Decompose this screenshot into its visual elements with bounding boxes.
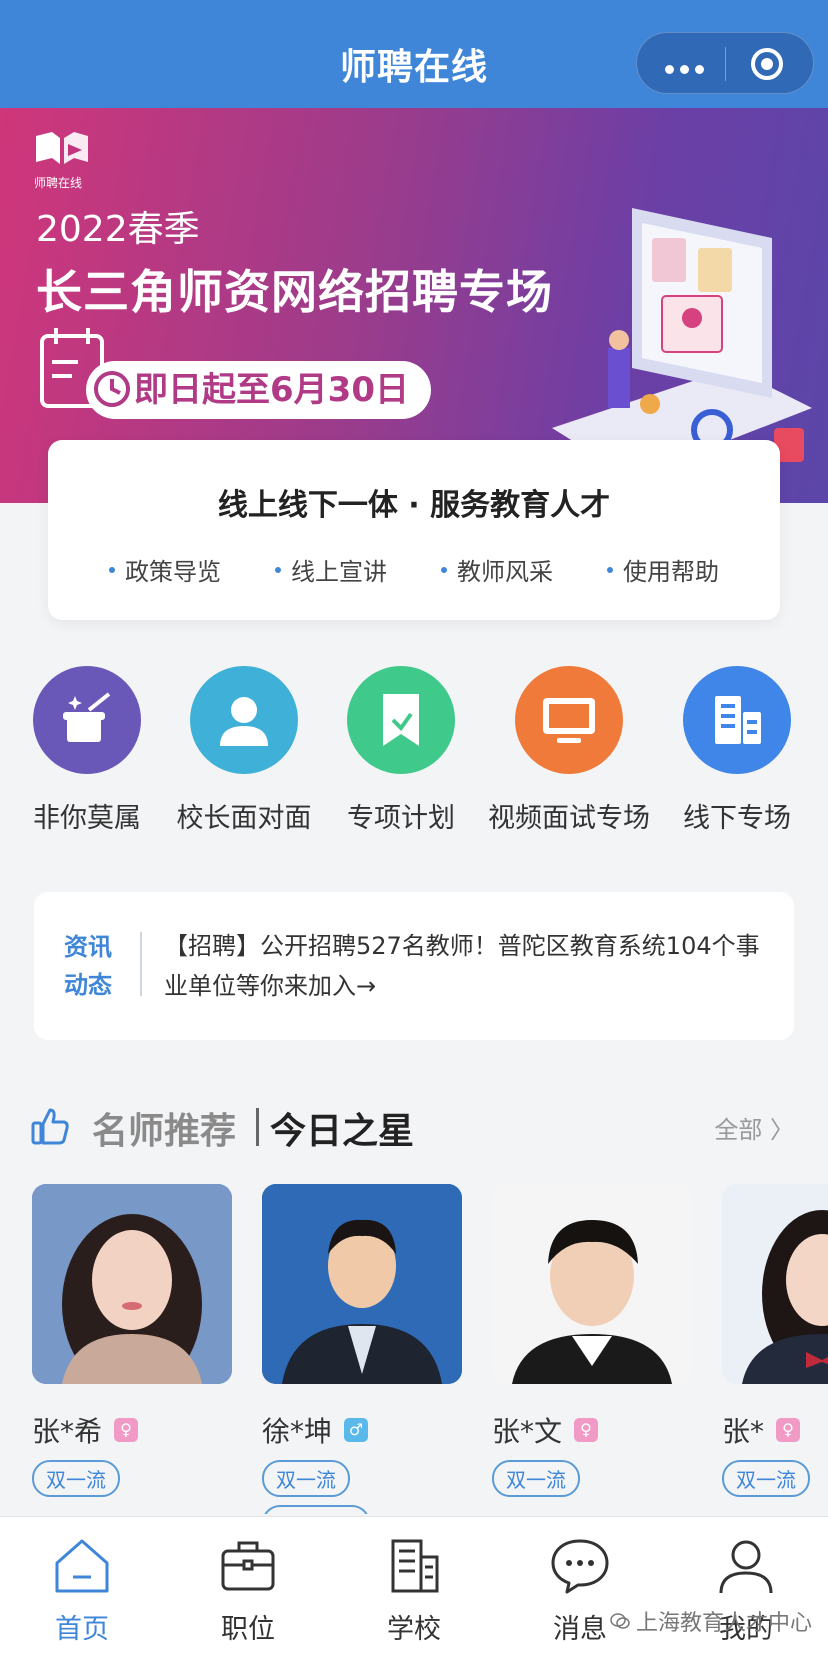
divider	[140, 932, 142, 996]
clock-icon	[94, 371, 130, 407]
grid-item-offline-session[interactable]: 线下专场	[652, 666, 822, 835]
slogan-card: 线上线下一体 · 服务教育人才 政策导览 线上宣讲 教师风采 使用帮助	[48, 440, 780, 620]
more-icon[interactable]	[665, 59, 710, 78]
book-logo-icon	[36, 132, 88, 164]
grid-item-fei-ni-mo-shu[interactable]: 非你莫属	[2, 666, 172, 835]
news-headline[interactable]: 【招聘】公开招聘527名教师！普陀区教育系统104个事业单位等你来加入→	[164, 926, 774, 1006]
grid-item-principal-face-to-face[interactable]: 校长面对面	[159, 666, 329, 835]
teacher-card[interactable]: 张* ♀ 双一流	[722, 1184, 828, 1497]
section-title-today-star[interactable]: 今日之星	[270, 1102, 414, 1154]
news-tag: 资讯 动态	[64, 933, 112, 999]
banner-season: 2022春季	[36, 209, 200, 250]
teacher-badge: 双一流	[262, 1460, 350, 1497]
date-range-text: 即日起至6月30日	[134, 370, 409, 410]
monitor-icon	[515, 666, 623, 774]
navigation-bar: 师聘在线	[0, 0, 828, 108]
teacher-photo	[262, 1184, 462, 1384]
grid-item-special-plan[interactable]: 专项计划	[316, 666, 486, 835]
link-teacher-showcase[interactable]: 教师风采	[441, 552, 553, 587]
view-all-link[interactable]: 全部 〉	[714, 1110, 794, 1145]
teacher-photo	[32, 1184, 232, 1384]
brand-logo: 师聘在线	[34, 130, 90, 191]
mini-program-capsule	[636, 32, 814, 94]
teacher-name: 张*希	[32, 1415, 103, 1448]
building-icon	[683, 666, 791, 774]
teacher-name: 张*	[722, 1415, 765, 1448]
teacher-name: 张*文	[492, 1415, 563, 1448]
person-icon	[190, 666, 298, 774]
briefcase-icon	[221, 1541, 275, 1591]
home-icon	[55, 1539, 109, 1593]
teacher-card[interactable]: 张*希 ♀ 双一流	[32, 1184, 232, 1497]
tab-schools[interactable]: 学校	[354, 1535, 474, 1646]
school-building-icon	[391, 1539, 439, 1593]
wechat-icon	[610, 1613, 630, 1629]
link-policy-guide[interactable]: 政策导览	[109, 552, 221, 587]
news-card[interactable]: 资讯 动态 【招聘】公开招聘527名教师！普陀区教育系统104个事业单位等你来加…	[34, 892, 794, 1040]
quick-links: 政策导览 线上宣讲 教师风采 使用帮助	[48, 552, 780, 587]
teacher-badge: 双一流	[492, 1460, 580, 1497]
thumbs-up-icon	[31, 1108, 69, 1145]
watermark: 上海教育人才中心	[610, 1605, 812, 1637]
date-range-pill: 即日起至6月30日	[86, 361, 431, 419]
link-online-presentation[interactable]: 线上宣讲	[275, 552, 387, 587]
feature-grid: 非你莫属 校长面对面 专项计划 视频面试专场 线下专场	[0, 666, 828, 846]
female-icon: ♀	[776, 1418, 801, 1442]
teacher-photo	[722, 1184, 828, 1384]
tab-jobs[interactable]: 职位	[188, 1535, 308, 1646]
teacher-card[interactable]: 张*文 ♀ 双一流	[492, 1184, 692, 1497]
teacher-photo	[492, 1184, 692, 1384]
female-icon: ♀	[114, 1418, 139, 1442]
slogan-text: 线上线下一体 · 服务教育人才	[217, 488, 611, 523]
teacher-badge: 双一流	[722, 1460, 810, 1497]
female-icon: ♀	[574, 1418, 599, 1442]
teacher-card[interactable]: 徐*坤 ♂ 双一流 海外留学	[262, 1184, 462, 1514]
close-icon[interactable]	[751, 48, 783, 80]
magic-hat-icon	[33, 666, 141, 774]
teacher-carousel: 张*希 ♀ 双一流 徐*坤 ♂ 双一流 海外留学 张*文 ♀ 双一流 张* ♀ 双一流	[0, 1184, 828, 1514]
male-icon: ♂	[344, 1418, 369, 1442]
banner-headline: 长三角师资网络招聘专场	[36, 265, 553, 319]
bookmark-icon	[347, 666, 455, 774]
teacher-badge: 双一流	[32, 1460, 120, 1497]
grid-item-video-interview[interactable]: 视频面试专场	[484, 666, 654, 835]
teacher-name: 徐*坤	[262, 1415, 333, 1448]
section-title-famous-teachers[interactable]: 名师推荐	[92, 1102, 236, 1154]
section-header: 名师推荐 今日之星 全部 〉	[30, 1100, 800, 1152]
chat-bubble-icon	[551, 1539, 609, 1594]
teacher-badge: 海外留学	[262, 1505, 370, 1514]
link-help[interactable]: 使用帮助	[607, 552, 719, 587]
brand-name: 师聘在线	[34, 176, 83, 190]
bottom-tab-bar: 首页 职位 学校 消息 我的	[0, 1516, 828, 1666]
tab-home[interactable]: 首页	[22, 1535, 142, 1646]
user-icon	[719, 1540, 773, 1594]
